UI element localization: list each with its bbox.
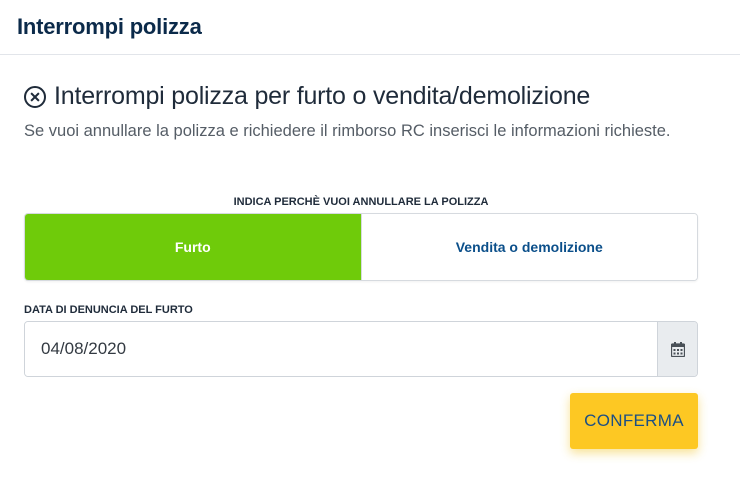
section-title: Interrompi polizza per furto o vendita/d… xyxy=(54,82,591,110)
reason-selector: Furto Vendita o demolizione xyxy=(24,213,698,281)
page-title: Interrompi polizza xyxy=(17,14,202,39)
calendar-icon xyxy=(670,341,685,357)
reason-label: INDICA PERCHÈ VUOI ANNULLARE LA POLIZZA xyxy=(233,196,489,208)
date-field xyxy=(24,321,698,377)
date-label: DATA DI DENUNCIA DEL FURTO xyxy=(24,304,193,316)
section-heading: Interrompi polizza per furto o vendita/d… xyxy=(24,82,590,111)
calendar-button[interactable] xyxy=(657,322,697,376)
section-description: Se vuoi annullare la polizza e richieder… xyxy=(24,122,671,140)
date-input[interactable] xyxy=(25,322,657,376)
reason-option-furto[interactable]: Furto xyxy=(25,214,361,280)
page-header: Interrompi polizza xyxy=(0,0,740,55)
close-circle-icon xyxy=(24,85,46,108)
confirm-button[interactable]: CONFERMA xyxy=(570,393,698,449)
reason-option-vendita-demolizione[interactable]: Vendita o demolizione xyxy=(360,214,697,280)
